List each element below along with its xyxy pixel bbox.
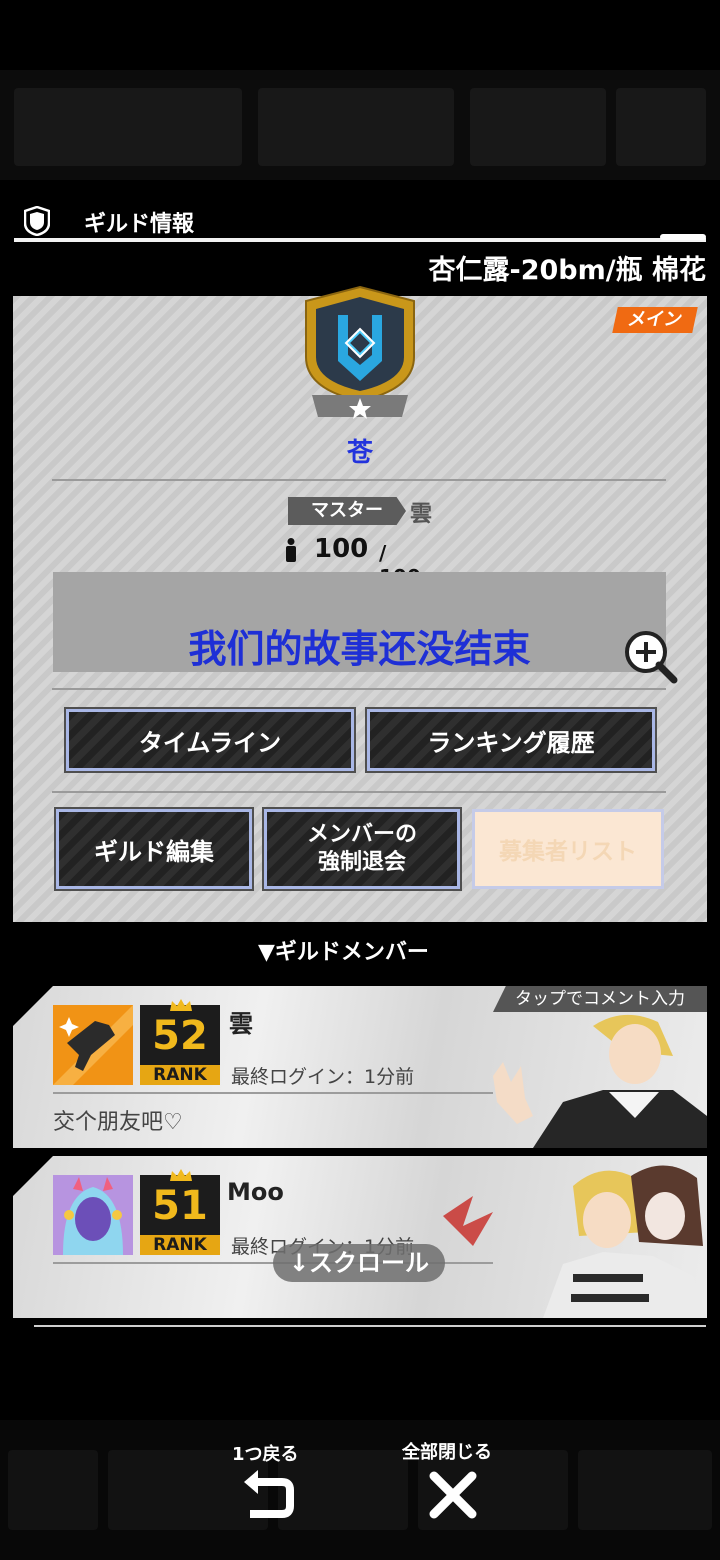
back-label: 1つ戻る bbox=[232, 1444, 299, 1465]
background-tab-bar bbox=[0, 1420, 720, 1560]
member-name: 雲 bbox=[229, 1010, 253, 1038]
header-divider bbox=[14, 238, 706, 242]
divider bbox=[52, 479, 666, 481]
master-name: 雲 bbox=[410, 502, 433, 527]
list-bottom-divider bbox=[34, 1325, 706, 1327]
rank-number: 51 bbox=[152, 1183, 208, 1229]
card-corner bbox=[13, 1156, 53, 1196]
crown-icon bbox=[170, 999, 192, 1011]
rank-badge: 52 RANK bbox=[140, 999, 220, 1085]
ranking-history-button[interactable]: ランキング履歴 bbox=[365, 707, 657, 773]
guild-name: 苍 bbox=[346, 438, 373, 468]
member-card[interactable]: タップでコメント入力 52 RANK 雲 最終ログイン：1分前 交个朋友吧♡ bbox=[13, 986, 707, 1148]
member-name: Moo bbox=[227, 1178, 284, 1206]
force-leave-label-line1: メンバーの bbox=[306, 822, 417, 847]
shield-icon bbox=[24, 206, 50, 236]
back-arrow-icon[interactable] bbox=[242, 1468, 294, 1520]
force-leave-button[interactable]: メンバーの 強制退会 bbox=[262, 807, 462, 891]
member-count-current: 100 bbox=[314, 534, 369, 564]
guild-edit-button[interactable]: ギルド編集 bbox=[54, 807, 254, 891]
close-all-icon[interactable] bbox=[428, 1470, 478, 1520]
background-settings-button bbox=[616, 88, 706, 166]
background-panel bbox=[258, 88, 454, 166]
member-divider bbox=[53, 1092, 493, 1094]
applicant-list-button[interactable]: 募集者リスト bbox=[472, 809, 664, 889]
guild-emblem-icon bbox=[305, 285, 415, 419]
background-tab bbox=[8, 1450, 98, 1530]
background-panel bbox=[470, 88, 606, 166]
background-status-bar bbox=[0, 70, 720, 180]
member-last-login: 最終ログイン：1分前 bbox=[231, 1066, 415, 1088]
scroll-hint[interactable]: ↓スクロール bbox=[273, 1244, 445, 1282]
rank-label: RANK bbox=[140, 1235, 220, 1255]
rank-badge: 51 RANK bbox=[140, 1169, 220, 1255]
close-all-label: 全部閉じる bbox=[402, 1442, 492, 1463]
timeline-button[interactable]: タイムライン bbox=[64, 707, 356, 773]
member-card[interactable]: 51 RANK Moo 最終ログイン：1分前 bbox=[13, 1156, 707, 1318]
header-divider-accent bbox=[660, 234, 706, 240]
member-character-art bbox=[493, 1014, 707, 1148]
rank-number: 52 bbox=[152, 1013, 208, 1059]
zoom-in-icon[interactable] bbox=[622, 628, 678, 684]
member-avatar-weapon-icon bbox=[53, 1005, 133, 1085]
main-guild-badge: メイン bbox=[612, 307, 698, 333]
force-leave-label-line2: 強制退会 bbox=[317, 850, 406, 875]
member-list-title: ▼ギルドメンバー bbox=[258, 940, 429, 965]
divider bbox=[52, 791, 666, 793]
member-avatar-icon bbox=[53, 1175, 133, 1255]
card-corner bbox=[13, 986, 53, 1026]
person-icon bbox=[286, 538, 296, 562]
rank-label: RANK bbox=[140, 1065, 220, 1085]
member-character-art bbox=[443, 1165, 707, 1318]
guild-motto: 我们的故事还没结束 bbox=[188, 627, 531, 671]
member-comment: 交个朋友吧♡ bbox=[53, 1110, 183, 1135]
dialog-title: ギルド情報 bbox=[84, 212, 195, 237]
background-tab bbox=[578, 1450, 712, 1530]
background-panel bbox=[14, 88, 242, 166]
master-label: マスター bbox=[288, 497, 406, 525]
divider bbox=[52, 688, 666, 690]
crown-icon bbox=[170, 1169, 192, 1181]
scrolling-ticker: 杏仁露-20bm/瓶 棉花 bbox=[428, 255, 706, 286]
